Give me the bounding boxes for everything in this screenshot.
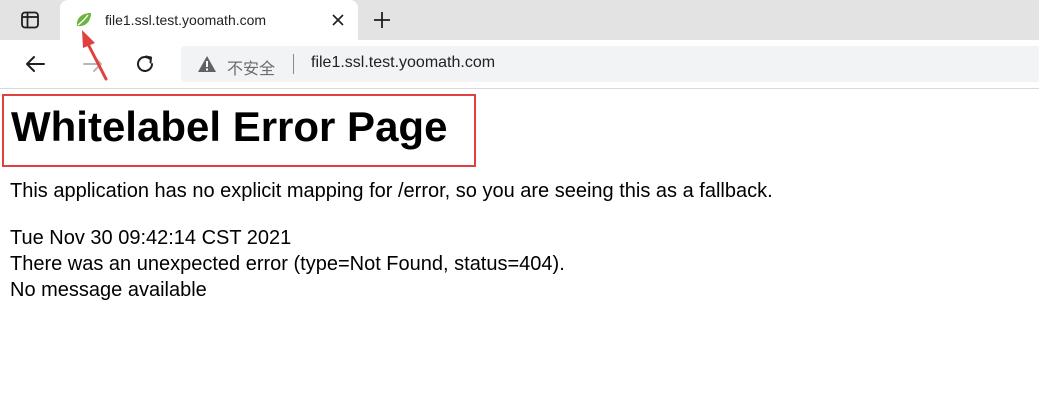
- forward-button[interactable]: [77, 48, 109, 80]
- error-message: No message available: [10, 279, 207, 301]
- browser-toolbar: 不安全 file1.ssl.test.yoomath.com: [0, 40, 1039, 89]
- tab-actions-icon: [21, 11, 39, 29]
- error-detail: There was an unexpected error (type=Not …: [10, 253, 565, 275]
- reload-icon: [137, 55, 153, 72]
- tab-close-button[interactable]: [328, 10, 348, 30]
- error-timestamp: Tue Nov 30 09:42:14 CST 2021: [10, 227, 292, 249]
- spring-leaf-icon: [76, 13, 91, 27]
- tab-strip: file1.ssl.test.yoomath.com: [0, 0, 1039, 40]
- arrow-left-icon: [26, 56, 45, 72]
- error-description: This application has no explicit mapping…: [10, 180, 773, 202]
- reload-button[interactable]: [129, 48, 161, 80]
- arrow-right-icon: [83, 56, 102, 72]
- tab-actions-button[interactable]: [14, 6, 46, 34]
- plus-icon: [374, 12, 390, 28]
- url-text[interactable]: file1.ssl.test.yoomath.com: [311, 54, 495, 72]
- page-content: Whitelabel Error Page This application h…: [0, 89, 1039, 418]
- new-tab-button[interactable]: [368, 6, 396, 34]
- close-icon: [332, 14, 344, 26]
- omnibox-separator: [293, 54, 294, 74]
- back-button[interactable]: [19, 48, 51, 80]
- active-tab[interactable]: file1.ssl.test.yoomath.com: [60, 0, 358, 40]
- address-bar[interactable]: 不安全 file1.ssl.test.yoomath.com: [181, 46, 1039, 82]
- security-label[interactable]: 不安全: [227, 55, 275, 79]
- warning-triangle-icon[interactable]: [197, 55, 217, 73]
- tab-title: file1.ssl.test.yoomath.com: [105, 12, 267, 28]
- page-title: Whitelabel Error Page: [11, 103, 448, 150]
